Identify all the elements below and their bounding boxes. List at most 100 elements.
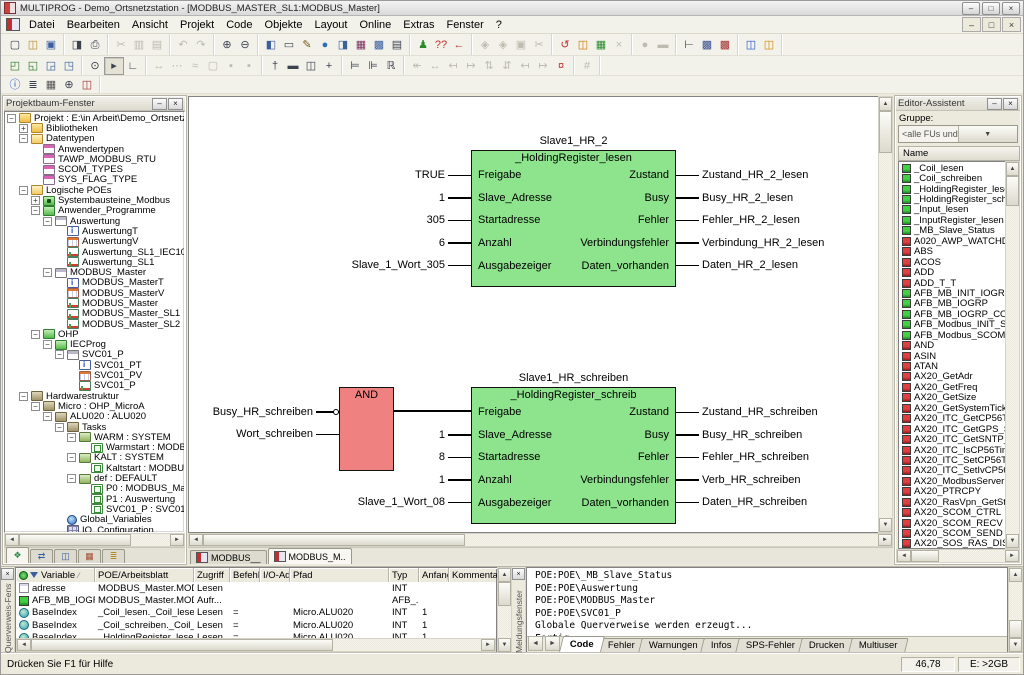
mdi-close-icon[interactable]: × bbox=[1002, 17, 1021, 32]
column-header-poearbeitsblatt[interactable]: POE/Arbeitsblatt bbox=[95, 568, 194, 582]
list-item[interactable]: AFB_Modbus_INIT_SCOM bbox=[899, 320, 1005, 330]
scroll-thumb[interactable] bbox=[1009, 620, 1022, 638]
close-icon[interactable]: × bbox=[512, 568, 525, 580]
list-item[interactable]: A020_AWP_WATCHDOG bbox=[899, 236, 1005, 246]
output-variable[interactable]: Fehler_HR_2_lesen bbox=[702, 209, 800, 232]
list-item[interactable]: AFB_MB_INIT_IOGRP bbox=[899, 288, 1005, 298]
tree-item[interactable]: MODBUS_Master_SL2 bbox=[5, 319, 184, 329]
table-row[interactable]: BaseIndex_Coil_schreiben._Coil_sc...Lese… bbox=[16, 619, 496, 631]
output-variable[interactable]: Verb_HR_schreiben bbox=[702, 469, 800, 492]
output-variable[interactable]: Zustand_HR_schreiben bbox=[702, 401, 818, 424]
page-props-icon[interactable]: ◳ bbox=[60, 58, 78, 74]
project-tree-hscrollbar[interactable]: ◄ ► bbox=[4, 533, 185, 547]
list-item[interactable]: AX20_ITC_GetGPS_Status bbox=[899, 424, 1005, 434]
input-variable[interactable]: Wort_schreiben bbox=[236, 423, 313, 446]
tree-item[interactable]: −OHP bbox=[5, 329, 184, 339]
panel-minimize-icon[interactable]: – bbox=[152, 98, 167, 110]
input-value[interactable]: Slave_1_Wort_305 bbox=[352, 254, 445, 277]
menu-bearbeiten[interactable]: Bearbeiten bbox=[61, 18, 126, 32]
collapse-icon[interactable]: − bbox=[31, 330, 40, 339]
output-variable[interactable]: Busy_HR_schreiben bbox=[702, 424, 802, 447]
and-block[interactable]: ANDBusy_HR_schreibenWort_schreiben bbox=[339, 387, 394, 471]
menu-?[interactable]: ? bbox=[490, 18, 508, 32]
list-item[interactable]: AX20_ITC_SetIvCP56Time2 bbox=[899, 466, 1005, 476]
tree-item[interactable]: −Tasks bbox=[5, 422, 184, 432]
scroll-thumb[interactable] bbox=[911, 550, 939, 562]
scroll-down-icon[interactable]: ▼ bbox=[498, 638, 511, 652]
scroll-thumb[interactable] bbox=[879, 111, 892, 153]
tree-item[interactable]: SVC01_P : SVC01_F bbox=[5, 504, 184, 514]
collapse-icon[interactable]: − bbox=[43, 412, 52, 421]
tree-item[interactable]: MODBUS_MasterV bbox=[5, 288, 184, 298]
list-item[interactable]: ACOS bbox=[899, 257, 1005, 267]
mdi-minimize-icon[interactable]: – bbox=[962, 17, 981, 32]
tree-item[interactable]: IO_Configuration bbox=[5, 525, 184, 533]
list-item[interactable]: _Coil_lesen bbox=[899, 163, 1005, 173]
list-item[interactable]: AX20_SCOM_RECV bbox=[899, 518, 1005, 528]
tree-item[interactable]: −IECProg bbox=[5, 340, 184, 350]
tree-item[interactable]: SVC01_P bbox=[5, 381, 184, 391]
ladder-right-icon[interactable]: ⊫ bbox=[364, 58, 382, 74]
tree-view-tab-1[interactable]: ❖ bbox=[6, 547, 29, 563]
scroll-up-icon[interactable]: ▲ bbox=[1009, 568, 1022, 582]
editor-vscrollbar[interactable]: ▲ ▼ bbox=[878, 96, 893, 533]
breakpoint-icon[interactable]: ⊢ bbox=[680, 37, 698, 53]
multiuser-icon[interactable]: ♟ bbox=[414, 37, 432, 53]
tree-item[interactable]: −WARM : SYSTEM bbox=[5, 432, 184, 442]
input-value[interactable]: 8 bbox=[439, 446, 445, 469]
select-magnify-icon[interactable]: ⊙ bbox=[86, 58, 104, 74]
input-value[interactable]: 6 bbox=[439, 232, 445, 255]
scroll-right-icon[interactable]: ► bbox=[878, 534, 892, 546]
properties-window-icon[interactable]: ▤ bbox=[388, 37, 406, 53]
menu-ansicht[interactable]: Ansicht bbox=[126, 18, 174, 32]
tree-item[interactable]: −Auswertung bbox=[5, 216, 184, 226]
scroll-thumb[interactable] bbox=[498, 582, 511, 606]
variables-window-icon[interactable]: ◫ bbox=[742, 37, 760, 53]
tab-scroll-left-icon[interactable]: ◄ bbox=[528, 636, 543, 651]
logic-analyzer-icon[interactable]: ▩ bbox=[716, 37, 734, 53]
input-value[interactable]: TRUE bbox=[415, 164, 445, 187]
add-contact-icon[interactable]: † bbox=[266, 58, 284, 74]
column-header-anfang[interactable]: Anfang... bbox=[419, 568, 449, 582]
save-icon[interactable]: ▣ bbox=[42, 37, 60, 53]
list-item[interactable]: AX20_GetSize bbox=[899, 393, 1005, 403]
chevron-down-icon[interactable]: ▼ bbox=[958, 126, 1018, 142]
input-variable[interactable]: Busy_HR_schreiben bbox=[213, 401, 313, 424]
download-icon[interactable]: ◫ bbox=[574, 37, 592, 53]
scroll-thumb[interactable] bbox=[19, 534, 131, 546]
open-icon[interactable]: ◫ bbox=[24, 37, 42, 53]
tree-view-tab-4[interactable]: ▦ bbox=[78, 549, 101, 563]
mdi-restore-icon[interactable]: □ bbox=[982, 17, 1001, 32]
new-icon[interactable]: ▢ bbox=[6, 37, 24, 53]
collapse-icon[interactable]: − bbox=[67, 474, 76, 483]
block-body[interactable]: _HoldingRegister_lesenFreigabeZustandTRU… bbox=[471, 150, 676, 287]
message-tab-drucken[interactable]: Drucken bbox=[798, 638, 855, 652]
expand-icon[interactable]: + bbox=[19, 124, 28, 133]
tree-item[interactable]: TAWP_MODBUS_RTU bbox=[5, 154, 184, 164]
tree-item[interactable]: −SVC01_P bbox=[5, 350, 184, 360]
add-coil-icon[interactable]: ▬ bbox=[284, 58, 302, 74]
scroll-up-icon[interactable]: ▲ bbox=[1006, 162, 1019, 176]
collapse-icon[interactable]: − bbox=[31, 206, 40, 215]
page-copy-icon[interactable]: ◱ bbox=[24, 58, 42, 74]
list-item[interactable]: _Coil_schreiben bbox=[899, 173, 1005, 183]
select-cursor-icon[interactable]: ▸ bbox=[104, 57, 124, 75]
column-header-variable[interactable]: Variable∕ bbox=[16, 568, 95, 582]
message-tab-warnungen[interactable]: Warnungen bbox=[638, 638, 708, 652]
function-block[interactable]: Slave1_HR_2_HoldingRegister_lesenFreigab… bbox=[471, 150, 676, 287]
tree-item[interactable]: −ALU020 : ALU020 bbox=[5, 412, 184, 422]
scroll-left-icon[interactable]: ◄ bbox=[897, 550, 911, 562]
tree-item[interactable]: MODBUS_Master_SL1 bbox=[5, 309, 184, 319]
collapse-icon[interactable]: − bbox=[31, 402, 40, 411]
tree-item[interactable]: Kaltstart : MODBUS_ bbox=[5, 463, 184, 473]
table-vscrollbar[interactable]: ▲ ▼ bbox=[497, 567, 512, 653]
menu-code[interactable]: Code bbox=[220, 18, 258, 32]
list-item[interactable]: AX20_RasVpn_GetStatus bbox=[899, 497, 1005, 507]
tree-item[interactable]: Global_Variables bbox=[5, 515, 184, 525]
tree-item[interactable]: Auswertung_SL1 bbox=[5, 257, 184, 267]
mdi-document-icon[interactable] bbox=[6, 18, 20, 31]
column-header-pfad[interactable]: Pfad bbox=[290, 568, 389, 582]
collapse-icon[interactable]: − bbox=[19, 134, 28, 143]
tree-item[interactable]: AuswertungV bbox=[5, 237, 184, 247]
list-item[interactable]: ABS bbox=[899, 247, 1005, 257]
